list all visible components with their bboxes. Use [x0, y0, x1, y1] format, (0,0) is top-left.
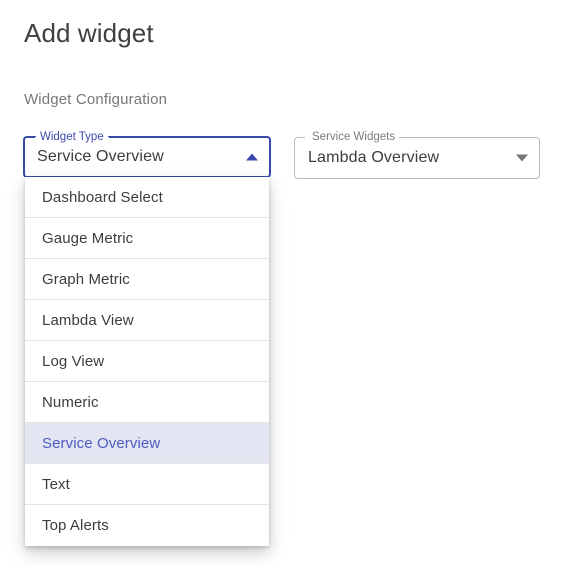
menu-item-lambda-view[interactable]: Lambda View [25, 300, 269, 341]
chevron-up-icon[interactable] [246, 153, 258, 161]
service-widgets-label: Service Widgets [308, 130, 400, 144]
widget-type-select[interactable]: Widget Type Service Overview [23, 130, 271, 178]
menu-item-text[interactable]: Text [25, 464, 269, 505]
widget-type-dropdown-menu[interactable]: Dashboard Select Gauge Metric Graph Metr… [25, 177, 269, 546]
menu-item-numeric[interactable]: Numeric [25, 382, 269, 423]
menu-item-service-overview[interactable]: Service Overview [25, 423, 269, 464]
chevron-down-icon[interactable] [516, 154, 528, 162]
widget-type-label: Widget Type [36, 130, 108, 144]
menu-item-dashboard-select[interactable]: Dashboard Select [25, 177, 269, 218]
menu-item-graph-metric[interactable]: Graph Metric [25, 259, 269, 300]
menu-item-gauge-metric[interactable]: Gauge Metric [25, 218, 269, 259]
menu-item-top-alerts[interactable]: Top Alerts [25, 505, 269, 546]
service-widgets-value: Lambda Overview [308, 149, 440, 166]
page-title: Add widget [24, 18, 154, 48]
section-title: Widget Configuration [24, 91, 168, 108]
menu-item-log-view[interactable]: Log View [25, 341, 269, 382]
service-widgets-select[interactable]: Service Widgets Lambda Overview [294, 130, 540, 179]
